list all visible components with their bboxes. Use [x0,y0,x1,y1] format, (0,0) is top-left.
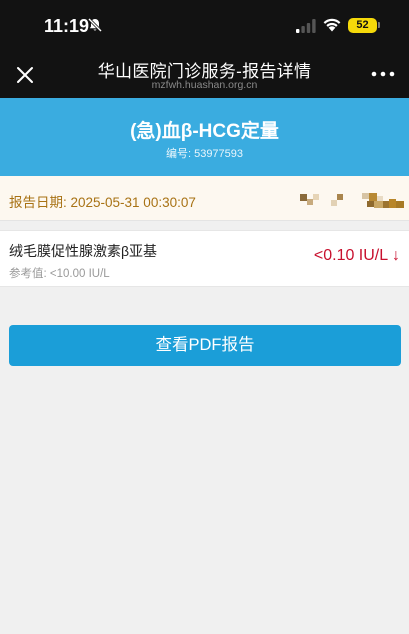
status-time: 11:19 [44,16,90,36]
battery-icon: 52 [348,18,377,33]
report-header: (急)血β-HCG定量 编号: 53977593 [0,98,409,176]
wifi-icon [323,18,341,32]
masked-name-pixelated [298,191,406,211]
result-value: <0.10 IU/L ↓ [313,247,400,264]
reference-range: 参考值: <10.00 IU/L [9,268,110,280]
result-row: 绒毛膜促性腺激素β亚基 参考值: <10.00 IU/L <0.10 IU/L … [0,230,409,287]
cellular-signal-icon [296,19,316,33]
report-number: 编号: 53977593 [165,148,244,160]
battery-cap [378,22,380,28]
test-item-name: 绒毛膜促性腺激素β亚基 [9,243,158,259]
status-bar: 11:19 52 [0,0,409,50]
more-icon[interactable] [371,71,395,77]
test-name: (急)血β-HCG定量 [130,121,279,142]
report-date: 报告日期: 2025-05-31 00:30:07 [9,195,196,210]
page-domain: mzfwh.huashan.org.cn [151,79,258,91]
bell-slash-icon [87,17,103,33]
view-pdf-button[interactable]: 查看PDF报告 [9,325,401,366]
nav-bar: 华山医院门诊服务-报告详情 mzfwh.huashan.org.cn [0,50,409,98]
